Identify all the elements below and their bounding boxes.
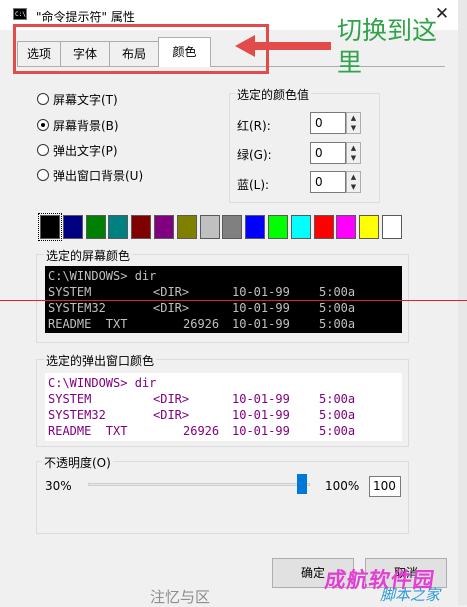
console-cell: 5:00a (319, 285, 356, 299)
console-cell: README TXT (48, 424, 128, 438)
console-row: SYSTEM32 <DIR> 10-01-99 5:00a (48, 300, 398, 316)
console-cell: 10-01-99 (232, 301, 290, 315)
radio-label: 弹出窗口背景(U) (53, 169, 144, 183)
palette-swatch[interactable] (245, 215, 266, 239)
green-spinner[interactable]: ▲ ▼ (346, 142, 361, 164)
color-values-title: 选定的颜色值 (235, 86, 312, 103)
annotation-arrow-icon (235, 35, 331, 57)
console-row: README TXT 26926 10-01-99 5:00a (48, 316, 398, 332)
console-cell: SYSTEM (48, 285, 92, 299)
console-cell: 10-01-99 (232, 317, 290, 331)
console-row: SYSTEM <DIR> 10-01-99 5:00a (48, 284, 398, 300)
palette-swatch[interactable] (336, 215, 357, 239)
console-cell: 5:00a (319, 301, 356, 315)
palette-swatch[interactable] (38, 213, 62, 241)
radio-label: 屏幕背景(B) (53, 119, 119, 133)
palette-swatch[interactable] (268, 215, 288, 239)
radio-circle (37, 119, 49, 131)
spin-down-icon[interactable]: ▼ (347, 182, 360, 192)
palette-swatch[interactable] (199, 215, 220, 239)
console-cell: <DIR> (153, 408, 190, 422)
console-cell: 5:00a (319, 317, 356, 331)
opacity-slider-thumb[interactable] (297, 474, 307, 494)
spin-up-icon[interactable]: ▲ (347, 113, 360, 123)
radio-circle (37, 93, 49, 105)
popup-color-preview: C:\WINDOWS> dir SYSTEM <DIR> 10-01-99 5:00a S… (45, 373, 402, 441)
screen-colors-title: 选定的屏幕颜色 (44, 247, 133, 264)
color-palette (38, 213, 404, 241)
palette-swatch[interactable] (222, 215, 243, 239)
annotation-highlight-box (13, 24, 269, 74)
spin-up-icon[interactable]: ▲ (347, 143, 360, 153)
window-title: "命令提示符" 属性 (36, 10, 135, 24)
popup-colors-title: 选定的弹出窗口颜色 (44, 352, 157, 369)
opacity-value-input[interactable]: 100 (369, 476, 401, 497)
blue-value-input[interactable]: 0 (310, 171, 346, 193)
radio-circle (37, 144, 49, 156)
console-row: README TXT 26926 10-01-99 5:00a (48, 423, 398, 439)
red-value-input[interactable]: 0 (310, 112, 346, 134)
background-text: 注忆与区 (150, 588, 211, 606)
opacity-min-label: 30% (45, 479, 72, 493)
console-prompt: C:\WINDOWS> dir (48, 269, 157, 283)
console-cell: SYSTEM32 (48, 408, 106, 422)
console-cell: 10-01-99 (232, 408, 290, 422)
annotation-text: 切换到这里 (337, 16, 438, 77)
spin-down-icon[interactable]: ▼ (347, 123, 360, 133)
palette-swatch[interactable] (154, 215, 174, 239)
console-app-icon: C:\ (13, 8, 27, 20)
console-cell: <DIR> (153, 392, 190, 406)
properties-dialog: C:\ "命令提示符" 属性 ✕ 选项 字体 布局 颜色 屏幕文字(T) 屏幕背… (0, 0, 459, 605)
palette-swatch[interactable] (176, 215, 197, 239)
console-cell: 26926 (183, 317, 220, 331)
green-value-input[interactable]: 0 (310, 142, 346, 164)
annotation-guide-line (0, 300, 467, 301)
radio-label: 屏幕文字(T) (53, 93, 118, 107)
palette-swatch[interactable] (62, 215, 83, 239)
palette-swatch[interactable] (131, 215, 152, 239)
palette-swatch[interactable] (382, 215, 402, 239)
opacity-slider-track[interactable] (88, 483, 310, 486)
red-spinner[interactable]: ▲ ▼ (346, 112, 361, 134)
console-cell: README TXT (48, 317, 128, 331)
console-cell: 5:00a (319, 424, 356, 438)
console-cell: 10-01-99 (232, 285, 290, 299)
console-prompt: C:\WINDOWS> dir (48, 376, 157, 390)
console-cell: 5:00a (319, 408, 356, 422)
blue-spinner[interactable]: ▲ ▼ (346, 171, 361, 193)
blue-label: 蓝(L): (237, 178, 270, 192)
opacity-max-label: 100% (325, 479, 360, 493)
console-row: SYSTEM <DIR> 10-01-99 5:00a (48, 391, 398, 407)
background-window-edge (458, 0, 467, 605)
console-row: SYSTEM32 <DIR> 10-01-99 5:00a (48, 407, 398, 423)
opacity-group (36, 461, 409, 534)
console-cell: 10-01-99 (232, 392, 290, 406)
spin-down-icon[interactable]: ▼ (347, 153, 360, 163)
radio-selected-dot (41, 123, 45, 127)
green-label: 绿(G): (237, 148, 272, 162)
console-cell: 5:00a (319, 392, 356, 406)
palette-swatch[interactable] (290, 215, 311, 239)
console-cell: SYSTEM32 (48, 301, 106, 315)
watermark-site-name-2: 脚本之家 (380, 586, 441, 604)
palette-swatch[interactable] (313, 215, 334, 239)
console-cell: <DIR> (153, 285, 190, 299)
opacity-title: 不透明度(O) (42, 454, 113, 471)
console-cell: SYSTEM (48, 392, 92, 406)
palette-swatch[interactable] (108, 215, 129, 239)
palette-swatch[interactable] (359, 215, 380, 239)
console-cell: <DIR> (153, 301, 190, 315)
palette-swatch[interactable] (85, 215, 106, 239)
radio-circle (37, 169, 49, 181)
console-cell: 26926 (183, 424, 220, 438)
radio-label: 弹出文字(P) (53, 144, 118, 158)
red-label: 红(R): (237, 119, 271, 133)
spin-up-icon[interactable]: ▲ (347, 172, 360, 182)
console-cell: 10-01-99 (232, 424, 290, 438)
